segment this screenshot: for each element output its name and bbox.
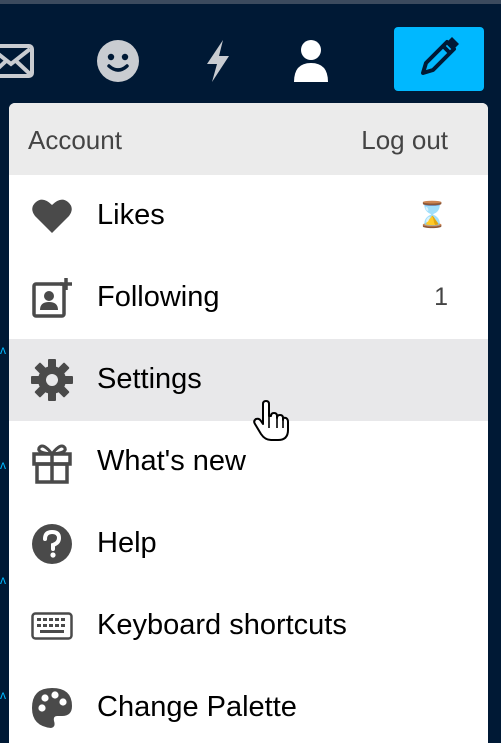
palette-icon [29,685,75,731]
menu-item-settings[interactable]: Settings [9,339,488,421]
menu-item-likes[interactable]: Likes ⌛ [9,175,488,257]
menu-item-keyboard-shortcuts[interactable]: Keyboard shortcuts [9,585,488,667]
question-icon [29,521,75,567]
menu-item-label: Settings [97,363,202,395]
heart-icon [29,193,75,239]
keyboard-icon [29,603,75,649]
backdrop-mark: ʌ [0,573,6,587]
backdrop-mark: ʌ [0,343,6,357]
account-icon[interactable] [286,36,336,86]
pencil-icon [417,35,461,84]
gear-icon [29,357,75,403]
account-dropdown-menu: Account Log out Likes ⌛ Following 1 Sett… [9,103,488,743]
lightning-icon[interactable] [193,36,243,86]
backdrop-mark: ʌ [0,688,6,702]
menu-header-title: Account [28,125,122,155]
emoji-icon[interactable] [93,36,143,86]
mail-icon[interactable] [0,36,36,86]
menu-item-change-palette[interactable]: Change Palette [9,667,488,743]
menu-item-label: Change Palette [97,691,297,723]
menu-item-label: What's new [97,445,246,477]
backdrop-mark: ʌ [0,458,6,472]
following-count: 1 [434,283,448,311]
page-backdrop-right [488,103,501,739]
follow-person-icon [29,275,75,321]
logout-link[interactable]: Log out [361,125,448,156]
menu-item-whats-new[interactable]: What's new [9,421,488,503]
menu-item-label: Keyboard shortcuts [97,609,347,641]
page-backdrop-left: ʌ ʌ ʌ ʌ [0,103,9,739]
menu-item-label: Likes [97,199,165,231]
top-nav-bar [0,0,501,103]
hand-cursor-icon [253,400,289,442]
gift-icon [29,439,75,485]
likes-loading-indicator: ⌛ [416,201,448,229]
menu-item-help[interactable]: Help [9,503,488,585]
menu-item-label: Help [97,527,157,559]
compose-button[interactable] [394,27,484,91]
menu-item-following[interactable]: Following 1 [9,257,488,339]
top-edge-divider [0,0,501,4]
menu-header: Account Log out [9,103,488,175]
menu-item-label: Following [97,281,220,313]
